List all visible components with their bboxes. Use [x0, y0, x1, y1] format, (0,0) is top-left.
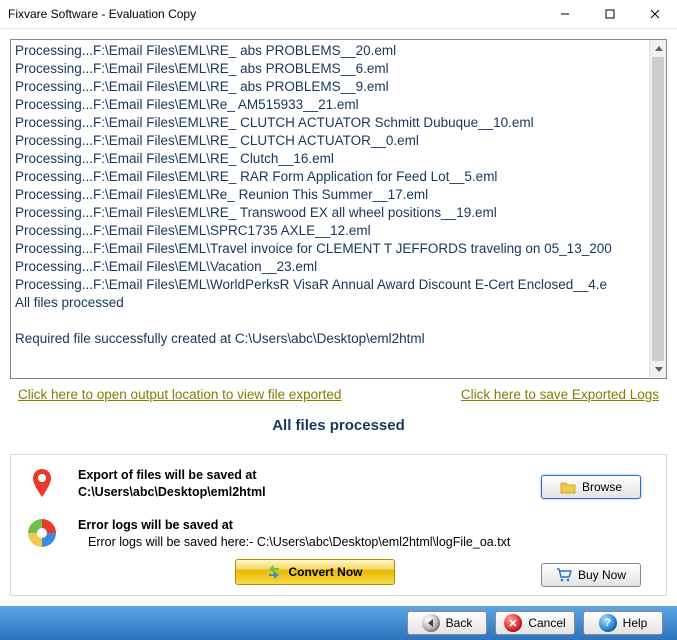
browse-label: Browse [582, 480, 622, 494]
processing-log: Processing...F:\Email Files\EML\RE_ abs … [10, 39, 667, 379]
error-label: Error logs will be saved at [78, 518, 233, 532]
convert-now-button[interactable]: Convert Now [235, 559, 395, 585]
back-button[interactable]: Back [407, 611, 487, 635]
error-path: Error logs will be saved here:- C:\Users… [78, 534, 521, 551]
window-titlebar: Fixvare Software - Evaluation Copy [0, 0, 677, 29]
back-label: Back [446, 616, 473, 630]
export-label: Export of files will be saved at [78, 468, 257, 482]
buy-now-button[interactable]: Buy Now [541, 563, 641, 587]
window-close-button[interactable] [632, 0, 677, 29]
save-logs-link[interactable]: Click here to save Exported Logs [461, 387, 659, 402]
cancel-label: Cancel [528, 616, 565, 630]
open-output-link[interactable]: Click here to open output location to vi… [18, 387, 341, 402]
cancel-button[interactable]: Cancel [495, 611, 575, 635]
back-arrow-icon [422, 614, 440, 632]
footer-bar: Back Cancel ? Help [0, 606, 677, 640]
convert-label: Convert Now [288, 565, 362, 579]
window-maximize-button[interactable] [587, 0, 632, 29]
scroll-up-arrow-icon[interactable] [650, 40, 667, 57]
error-text: Error logs will be saved at Error logs w… [78, 517, 521, 551]
bottom-panel: Export of files will be saved at C:\User… [10, 454, 667, 596]
error-row: Error logs will be saved at Error logs w… [26, 517, 651, 557]
status-heading: All files processed [0, 417, 677, 434]
export-text: Export of files will be saved at C:\User… [78, 467, 521, 501]
convert-icon [266, 564, 282, 580]
scroll-down-arrow-icon[interactable] [650, 361, 667, 378]
folder-icon [560, 479, 576, 495]
cancel-x-icon [504, 614, 522, 632]
convert-row: Convert Now Buy Now [11, 559, 666, 587]
links-row: Click here to open output location to vi… [10, 387, 667, 407]
log-scrollbar[interactable] [649, 40, 666, 378]
client-area: Processing...F:\Email Files\EML\RE_ abs … [0, 29, 677, 640]
export-path: C:\Users\abc\Desktop\eml2html [78, 484, 521, 501]
location-pin-icon [26, 467, 58, 499]
pie-chart-icon [26, 517, 58, 549]
scroll-thumb[interactable] [652, 57, 664, 361]
processing-log-text[interactable]: Processing...F:\Email Files\EML\RE_ abs … [11, 40, 649, 378]
help-question-icon: ? [599, 614, 617, 632]
help-label: Help [623, 616, 648, 630]
buy-now-label: Buy Now [578, 568, 626, 582]
window-minimize-button[interactable] [542, 0, 587, 29]
cart-icon [556, 567, 572, 583]
browse-button[interactable]: Browse [541, 475, 641, 499]
help-button[interactable]: ? Help [583, 611, 663, 635]
window-title: Fixvare Software - Evaluation Copy [8, 7, 542, 21]
